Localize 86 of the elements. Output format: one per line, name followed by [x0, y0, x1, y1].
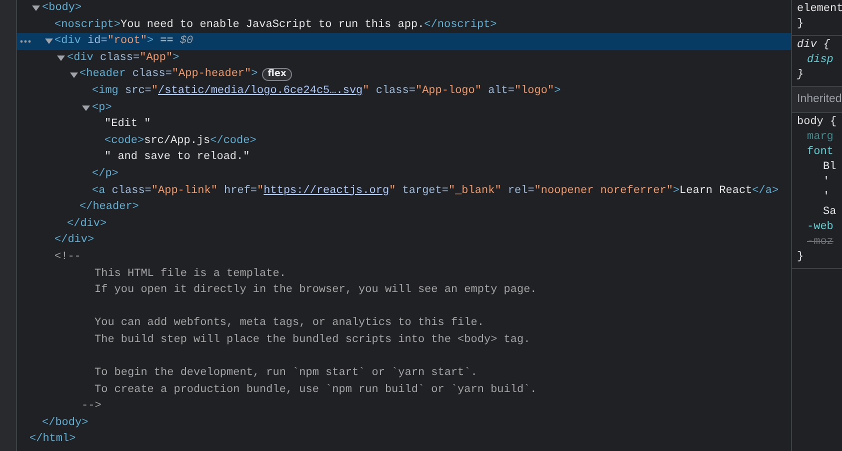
html-tag: > [672, 182, 680, 200]
html-tag: <body> [42, 0, 82, 17]
attribute-name: src= [125, 84, 152, 99]
html-tag: </body> [42, 414, 88, 432]
closing-brace: } [797, 17, 805, 32]
html-tag: <noscript> [54, 16, 121, 34]
html-tag: <a [92, 182, 106, 200]
url-link[interactable]: https://reactjs.org [264, 182, 390, 200]
comment-text: <!-- [54, 250, 81, 265]
html-tag: </html> [30, 431, 76, 448]
html-tag: > [146, 33, 154, 50]
css-selector: element [797, 2, 842, 17]
attribute-name: class= [100, 50, 140, 66]
collapse-triangle-icon[interactable] [32, 4, 40, 12]
attribute-name: class= [132, 67, 172, 82]
attribute-value: " [362, 84, 370, 99]
attribute-value: "App-link" [151, 184, 218, 199]
flex-badge[interactable]: flex [262, 68, 292, 82]
html-tag: <img [92, 82, 118, 100]
attribute-value: "App" [140, 50, 173, 66]
url-link[interactable]: /static/media/logo.6ce24c5….svg [158, 82, 363, 100]
node-text: " and save to reload." [104, 150, 250, 166]
css-property: disp [806, 53, 834, 68]
closing-brace: } [797, 68, 805, 83]
css-selector: div { [797, 38, 832, 53]
collapse-triangle-icon[interactable] [44, 37, 52, 46]
attribute-name: class= [376, 84, 416, 99]
html-tag: > [554, 82, 561, 100]
css-value: ' [822, 175, 831, 190]
html-tag: </code> [210, 132, 256, 150]
attribute-value: "_blank" [448, 184, 502, 199]
collapse-triangle-icon[interactable] [57, 54, 65, 62]
html-tag: </noscript> [424, 16, 497, 34]
node-text: src/App.js [144, 134, 210, 149]
comment-text: --> [82, 399, 102, 414]
html-tag: </p> [92, 166, 118, 183]
attribute-name: target= [402, 184, 448, 199]
html-tag: </div> [67, 216, 107, 232]
html-tag: <div [54, 33, 81, 50]
html-tag: </header> [80, 199, 139, 216]
collapse-triangle-icon[interactable] [82, 104, 90, 112]
collapse-triangle-icon[interactable] [70, 70, 78, 79]
html-tag: <p> [92, 100, 112, 116]
css-value: Bl [822, 160, 838, 176]
comment-text: To create a production bundle, use `npm run build` or `yarn build`. [94, 382, 537, 398]
attribute-name: class= [112, 184, 152, 199]
attribute-value: "noopener noreferrer" [534, 184, 673, 199]
comment-text: You can add webfonts, meta tags, or analytics to this file. [94, 316, 484, 332]
console-reference: $0 [180, 34, 194, 50]
html-tag: <div [67, 50, 94, 66]
html-tag: > [251, 66, 258, 83]
html-tag: </div> [54, 232, 94, 249]
html-tag: > [172, 50, 180, 66]
css-property: -moz [806, 235, 834, 250]
attribute-name: id= [88, 34, 108, 50]
html-tag: </a> [752, 182, 779, 200]
attribute-value: " [151, 84, 158, 99]
closing-brace: } [797, 250, 805, 266]
section-header: Inherited [792, 87, 842, 114]
attribute-name: rel= [508, 184, 534, 199]
attribute-name: href= [224, 184, 258, 199]
css-value: ' [822, 190, 831, 206]
attribute-value: "App-logo" [415, 84, 482, 99]
comment-text: This HTML file is a template. [94, 266, 286, 282]
html-tag: <code> [104, 132, 144, 150]
comment-text: To begin the development, run `npm start` or `yarn start`. [94, 366, 478, 382]
node-text: Learn React [680, 184, 752, 199]
attribute-name: alt= [488, 84, 514, 99]
attribute-value: "root" [107, 34, 147, 50]
css-selector: body { [797, 115, 838, 130]
html-tag: <header [80, 66, 126, 83]
attribute-value: "App-header" [172, 67, 252, 82]
node-text: You need to enable JavaScript to run this app. [120, 18, 424, 33]
attribute-value: " [389, 184, 396, 199]
attribute-value: " [257, 184, 264, 199]
css-property: font [806, 145, 834, 160]
comment-text: The build step will place the bundled scripts into the <body> tag. [94, 332, 530, 348]
more-options-icon[interactable] [20, 40, 31, 44]
attribute-value: "logo" [514, 84, 554, 99]
comment-text: If you open it directly in the browser, you will see an empty page. [94, 283, 537, 298]
selected-node-row[interactable]: <div id="root"> == $0 [17, 33, 791, 50]
css-value: Sa [822, 205, 838, 220]
css-property: marg [806, 130, 834, 146]
css-property: -web [806, 220, 834, 236]
selection-marker: == [160, 34, 174, 50]
node-text: "Edit " [104, 117, 151, 132]
